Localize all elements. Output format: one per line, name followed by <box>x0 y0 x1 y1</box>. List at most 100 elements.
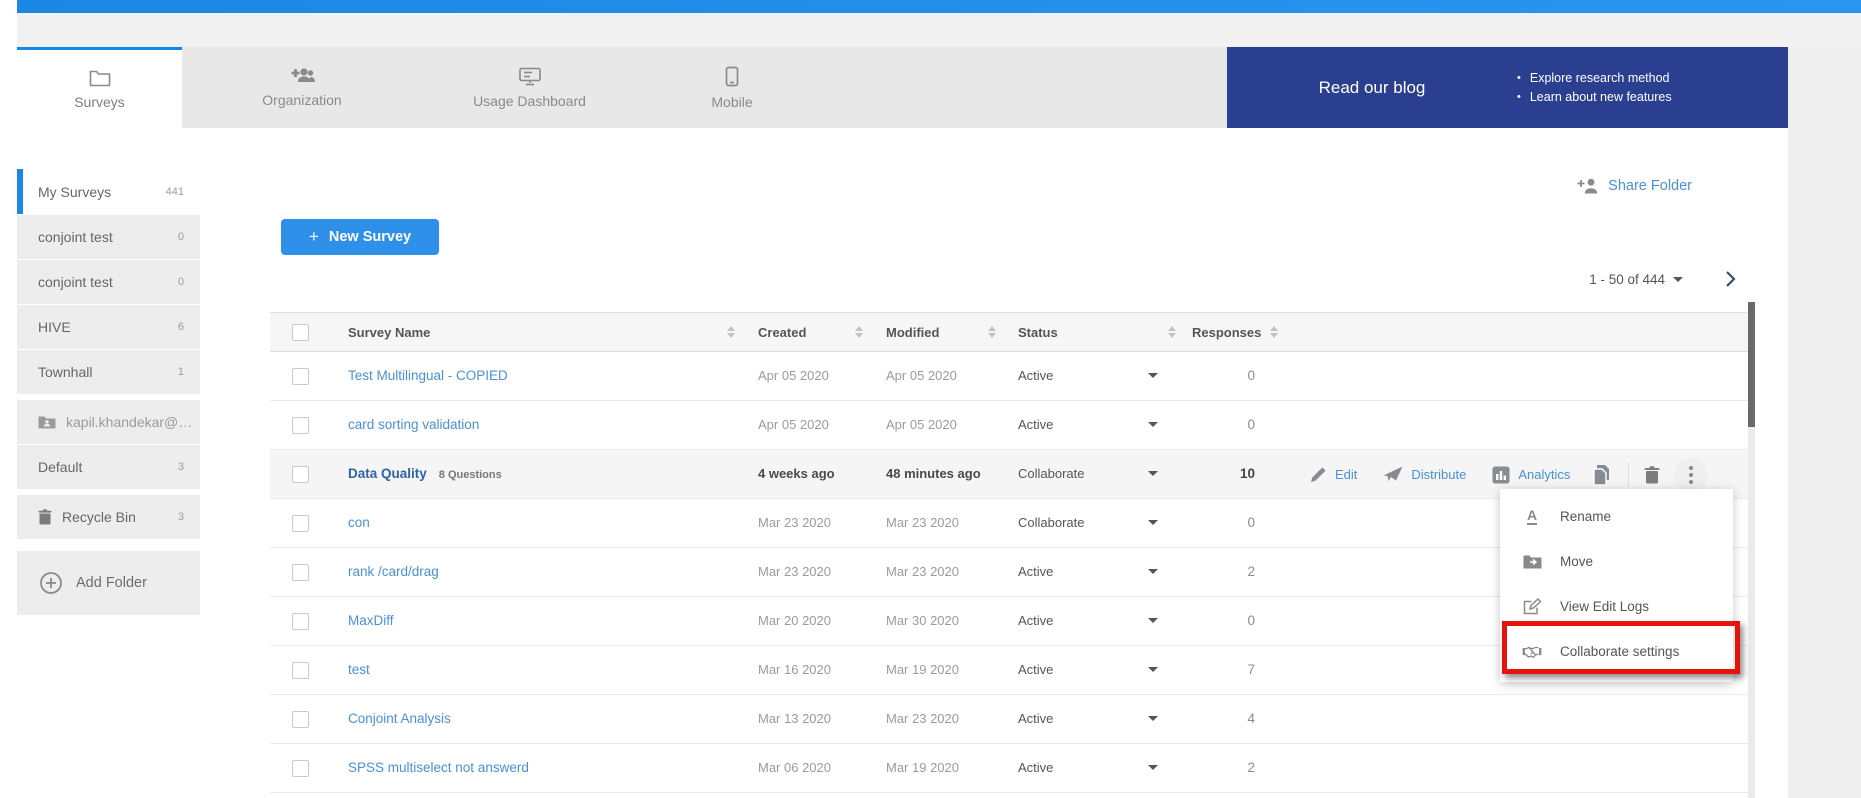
folder-count: 441 <box>166 186 184 198</box>
select-all-checkbox[interactable] <box>292 324 309 341</box>
pencil-icon <box>1310 466 1327 483</box>
responses-cell: 0 <box>1200 368 1255 383</box>
created-cell: Mar 23 2020 <box>758 564 831 579</box>
sidebar-item-shared-folder[interactable]: kapil.khandekar@que... <box>17 400 200 444</box>
col-modified: Modified <box>886 325 939 340</box>
survey-name: rank /card/drag <box>348 564 439 579</box>
share-folder-button[interactable]: Share Folder <box>1577 178 1692 194</box>
sort-responses-icon[interactable] <box>1168 326 1176 338</box>
survey-name-link[interactable]: con <box>348 515 370 530</box>
more-options-kebab-button[interactable] <box>1674 458 1708 492</box>
sort-status-icon[interactable] <box>988 326 996 338</box>
sort-created-icon[interactable] <box>727 326 735 338</box>
modified-cell: Mar 23 2020 <box>886 564 959 579</box>
modified-cell: 48 minutes ago <box>886 466 981 481</box>
blog-banner[interactable]: Read our blog Explore research method Le… <box>1227 47 1788 128</box>
analytics-button[interactable]: Analytics <box>1492 466 1570 484</box>
sidebar-item-conjoint-test-2[interactable]: conjoint test 0 <box>17 260 200 304</box>
trash-icon <box>1644 466 1660 484</box>
sidebar-item-hive[interactable]: HIVE 6 <box>17 305 200 349</box>
survey-name-link[interactable]: Data Quality8 Questions <box>348 466 502 481</box>
add-folder-button[interactable]: Add Folder <box>17 551 200 615</box>
tab-organization[interactable]: Organization <box>182 47 422 128</box>
add-folder-label: Add Folder <box>76 575 147 591</box>
delete-survey-button[interactable] <box>1644 466 1660 484</box>
survey-name-link[interactable]: Test Multilingual - COPIED <box>348 368 508 383</box>
next-page-chevron[interactable] <box>1725 270 1736 288</box>
tab-usage-dashboard[interactable]: Usage Dashboard <box>422 47 637 128</box>
survey-name: card sorting validation <box>348 417 479 432</box>
responses-cell: 2 <box>1200 564 1255 579</box>
created-cell: Apr 05 2020 <box>758 417 829 432</box>
tab-surveys[interactable]: Surveys <box>17 47 182 128</box>
status-cell: Active <box>1018 613 1053 628</box>
folder-icon <box>89 69 111 87</box>
sidebar-item-recycle-bin[interactable]: Recycle Bin 3 <box>17 495 200 539</box>
scrollbar-handle[interactable] <box>1748 302 1755 427</box>
status-cell: Active <box>1018 417 1053 432</box>
sidebar-item-default[interactable]: Default 3 <box>17 445 200 489</box>
banner-bullet: Explore research method <box>1517 71 1672 85</box>
responses-cell: 0 <box>1200 515 1255 530</box>
menu-item-rename[interactable]: A Rename <box>1500 494 1733 539</box>
surveys-panel: My Surveys 441 conjoint test 0 conjoint … <box>17 140 1788 798</box>
survey-name-link[interactable]: rank /card/drag <box>348 564 439 579</box>
status-cell: Active <box>1018 564 1053 579</box>
survey-name-link[interactable]: card sorting validation <box>348 417 479 432</box>
share-person-icon <box>1577 178 1599 194</box>
created-cell: 4 weeks ago <box>758 466 835 481</box>
sort-responses-icon[interactable] <box>1270 326 1278 338</box>
created-cell: Mar 23 2020 <box>758 515 831 530</box>
page-gutter <box>1788 47 1861 798</box>
row-checkbox[interactable] <box>292 368 309 385</box>
status-dropdown-caret[interactable] <box>1148 373 1158 378</box>
survey-name-link[interactable]: Conjoint Analysis <box>348 711 451 726</box>
top-accent-bar <box>17 0 1861 13</box>
status-dropdown-caret[interactable] <box>1148 765 1158 770</box>
pagination-dropdown-caret[interactable] <box>1673 277 1683 282</box>
row-checkbox[interactable] <box>292 515 309 532</box>
copy-survey-button[interactable] <box>1592 464 1612 486</box>
status-dropdown-caret[interactable] <box>1148 716 1158 721</box>
sidebar-item-conjoint-test-1[interactable]: conjoint test 0 <box>17 215 200 259</box>
folder-label: Default <box>38 459 82 475</box>
status-dropdown-caret[interactable] <box>1148 618 1158 623</box>
row-checkbox[interactable] <box>292 711 309 728</box>
sidebar-item-townhall[interactable]: Townhall 1 <box>17 350 200 394</box>
status-dropdown-caret[interactable] <box>1148 667 1158 672</box>
sidebar-item-my-surveys[interactable]: My Surveys 441 <box>17 169 200 214</box>
folder-label: Recycle Bin <box>62 509 136 525</box>
folder-label: conjoint test <box>38 229 113 245</box>
sort-modified-icon[interactable] <box>855 326 863 338</box>
row-checkbox[interactable] <box>292 662 309 679</box>
status-dropdown-caret[interactable] <box>1148 422 1158 427</box>
edit-logs-icon <box>1522 598 1542 615</box>
row-checkbox[interactable] <box>292 417 309 434</box>
paper-plane-icon <box>1383 466 1403 483</box>
row-checkbox[interactable] <box>292 466 309 483</box>
folder-count: 3 <box>178 511 184 523</box>
created-cell: Mar 13 2020 <box>758 711 831 726</box>
row-checkbox[interactable] <box>292 760 309 777</box>
status-cell: Active <box>1018 662 1053 677</box>
edit-button[interactable]: Edit <box>1310 466 1357 483</box>
new-survey-button[interactable]: + New Survey <box>281 219 439 255</box>
survey-name-link[interactable]: SPSS multiselect not answerd <box>348 760 529 775</box>
col-survey-name: Survey Name <box>348 325 430 340</box>
distribute-button[interactable]: Distribute <box>1383 466 1466 483</box>
folder-count: 3 <box>178 461 184 473</box>
banner-bullets: Explore research method Learn about new … <box>1517 66 1672 109</box>
row-checkbox[interactable] <box>292 564 309 581</box>
status-dropdown-caret[interactable] <box>1148 471 1158 476</box>
folder-count: 1 <box>178 366 184 378</box>
status-dropdown-caret[interactable] <box>1148 569 1158 574</box>
row-checkbox[interactable] <box>292 613 309 630</box>
survey-name-link[interactable]: MaxDiff <box>348 613 394 628</box>
tab-mobile[interactable]: Mobile <box>637 47 827 128</box>
edit-label: Edit <box>1335 467 1357 482</box>
share-folder-label: Share Folder <box>1608 178 1692 194</box>
status-dropdown-caret[interactable] <box>1148 520 1158 525</box>
status-cell: Collaborate <box>1018 466 1085 481</box>
menu-item-move[interactable]: Move <box>1500 539 1733 584</box>
survey-name-link[interactable]: test <box>348 662 370 677</box>
